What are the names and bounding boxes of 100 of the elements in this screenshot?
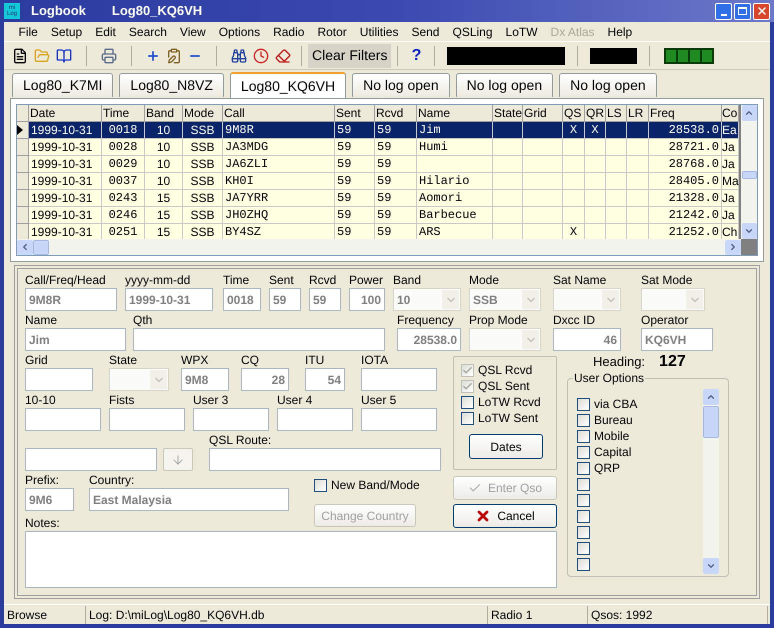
column-header[interactable]: Name	[417, 105, 493, 122]
vertical-scrollbar[interactable]	[741, 105, 757, 239]
checkbox[interactable]	[577, 542, 590, 554]
text-field[interactable]	[193, 408, 269, 431]
text-field[interactable]: 59	[269, 288, 301, 311]
new-document-icon[interactable]	[12, 48, 28, 64]
checkbox[interactable]	[577, 526, 590, 538]
menu-item[interactable]: Setup	[44, 22, 89, 40]
notes-field[interactable]	[25, 531, 557, 588]
column-header[interactable]: Co	[722, 105, 739, 122]
printer-icon[interactable]	[101, 48, 117, 64]
clipboard-edit-icon[interactable]	[166, 48, 182, 64]
text-field[interactable]: 46	[553, 328, 621, 351]
checkbox[interactable]	[577, 430, 590, 442]
menu-item[interactable]: Edit	[88, 22, 122, 40]
text-field[interactable]: 28	[241, 368, 289, 391]
text-field[interactable]	[25, 368, 93, 391]
tab[interactable]: No log open	[456, 73, 554, 97]
checkbox[interactable]	[577, 478, 590, 490]
checkbox[interactable]	[461, 396, 474, 408]
dropdown[interactable]: SSB	[469, 288, 541, 311]
column-header[interactable]: Band	[145, 105, 183, 122]
menu-item[interactable]: Utilities	[353, 22, 405, 40]
tab[interactable]: Log80_KQ6VH	[230, 72, 346, 98]
binoculars-icon[interactable]	[231, 48, 247, 64]
checkbox[interactable]	[577, 510, 590, 522]
tab[interactable]: No log open	[352, 73, 450, 97]
column-header[interactable]: QS	[563, 105, 585, 122]
checkbox[interactable]	[577, 494, 590, 506]
scroll-up-button[interactable]	[742, 105, 756, 121]
tab[interactable]: No log open	[559, 73, 657, 97]
text-field[interactable]: 28538.0	[397, 328, 461, 351]
tab[interactable]: Log80_N8VZ	[119, 73, 224, 97]
column-header[interactable]: LS	[606, 105, 627, 122]
cancel-button[interactable]: Cancel	[453, 504, 557, 528]
text-field[interactable]: 0018	[223, 288, 261, 311]
scroll-left-button[interactable]	[17, 240, 33, 254]
checkbox[interactable]	[314, 478, 327, 492]
column-header[interactable]: QR	[585, 105, 606, 122]
table-row[interactable]: 1999-10-31 0246 15 SSB JH0ZHQ 59 59 Barbecue 21242.0 Ja	[17, 207, 739, 224]
checkbox[interactable]	[577, 446, 590, 458]
text-field[interactable]: 9M6	[25, 488, 74, 511]
menu-item[interactable]: Rotor	[310, 22, 354, 40]
menu-item[interactable]: Options	[212, 22, 267, 40]
checkbox[interactable]	[577, 462, 590, 474]
menu-item[interactable]: Help	[601, 22, 639, 40]
dropdown[interactable]: 10	[393, 288, 461, 311]
menu-item[interactable]: Radio	[266, 22, 311, 40]
table-row[interactable]: 1999-10-31 0243 15 SSB JA7YRR 59 59 Aomori 21328.0 Ja	[17, 190, 739, 207]
text-field[interactable]	[133, 328, 385, 351]
text-field[interactable]: KQ6VH	[641, 328, 713, 351]
book-icon[interactable]	[56, 48, 72, 64]
column-header[interactable]: Sent	[335, 105, 375, 122]
menu-item[interactable]: LoTW	[499, 22, 544, 40]
menu-item[interactable]: View	[173, 22, 212, 40]
row-indicator[interactable]	[17, 122, 29, 139]
checkbox[interactable]	[577, 414, 590, 426]
maximize-button[interactable]	[734, 2, 751, 20]
horizontal-scrollbar[interactable]	[17, 239, 741, 255]
text-field[interactable]	[361, 408, 437, 431]
checkbox[interactable]	[461, 364, 474, 376]
menu-item[interactable]: QSLing	[446, 22, 500, 40]
vertical-scrollbar[interactable]	[703, 389, 719, 574]
clock-icon[interactable]	[253, 48, 269, 64]
column-header[interactable]: Time	[102, 105, 145, 122]
plus-icon[interactable]	[146, 48, 160, 62]
text-field[interactable]	[25, 448, 157, 471]
table-row[interactable]: 1999-10-31 0251 15 SSB BY4SZ 59 59 ARS X 21252.0 Ch	[17, 224, 739, 239]
checkbox[interactable]	[577, 398, 590, 410]
scroll-up-button[interactable]	[703, 389, 719, 405]
table-row[interactable]: 1999-10-31 0028 10 SSB JA3MDG 59 59 Humi 28721.0 Ja	[17, 139, 739, 156]
checkbox[interactable]	[461, 412, 474, 424]
clear-filters-button[interactable]: Clear Filters	[308, 44, 392, 68]
table-row[interactable]: 1999-10-31 0037 10 SSB KH0I 59 59 Hilario 28405.0 Ma	[17, 173, 739, 190]
dates-button[interactable]: Dates	[469, 434, 543, 459]
scroll-thumb[interactable]	[33, 240, 49, 254]
close-button[interactable]	[753, 2, 770, 20]
text-field[interactable]	[277, 408, 353, 431]
text-field[interactable]: 59	[309, 288, 341, 311]
minimize-button[interactable]	[715, 2, 732, 20]
scroll-thumb[interactable]	[703, 406, 719, 438]
text-field[interactable]: Jim	[25, 328, 126, 351]
help-button[interactable]: ?	[404, 44, 428, 68]
column-header[interactable]: LR	[627, 105, 649, 122]
text-field[interactable]: East Malaysia	[89, 488, 289, 511]
column-header[interactable]: Grid	[523, 105, 563, 122]
checkbox[interactable]	[577, 558, 590, 570]
column-header[interactable]: Call	[223, 105, 335, 122]
eraser-icon[interactable]	[275, 48, 291, 64]
text-field[interactable]: 9M8R	[25, 288, 117, 311]
scroll-right-button[interactable]	[725, 240, 741, 254]
scroll-thumb[interactable]	[742, 171, 756, 179]
table-row[interactable]: 1999-10-31 0018 10 SSB 9M8R 59 59 Jim X X 28538.0 Ea	[17, 122, 739, 139]
menu-item[interactable]: File	[12, 22, 44, 40]
table-row[interactable]: 1999-10-31 0029 10 SSB JA6ZLI 59 59 28768.0 Ja	[17, 156, 739, 173]
menu-item[interactable]: Send	[404, 22, 446, 40]
column-header[interactable]: Date	[29, 105, 102, 122]
scroll-down-button[interactable]	[742, 223, 756, 239]
checkbox[interactable]	[461, 380, 474, 392]
column-header[interactable]: State	[493, 105, 523, 122]
